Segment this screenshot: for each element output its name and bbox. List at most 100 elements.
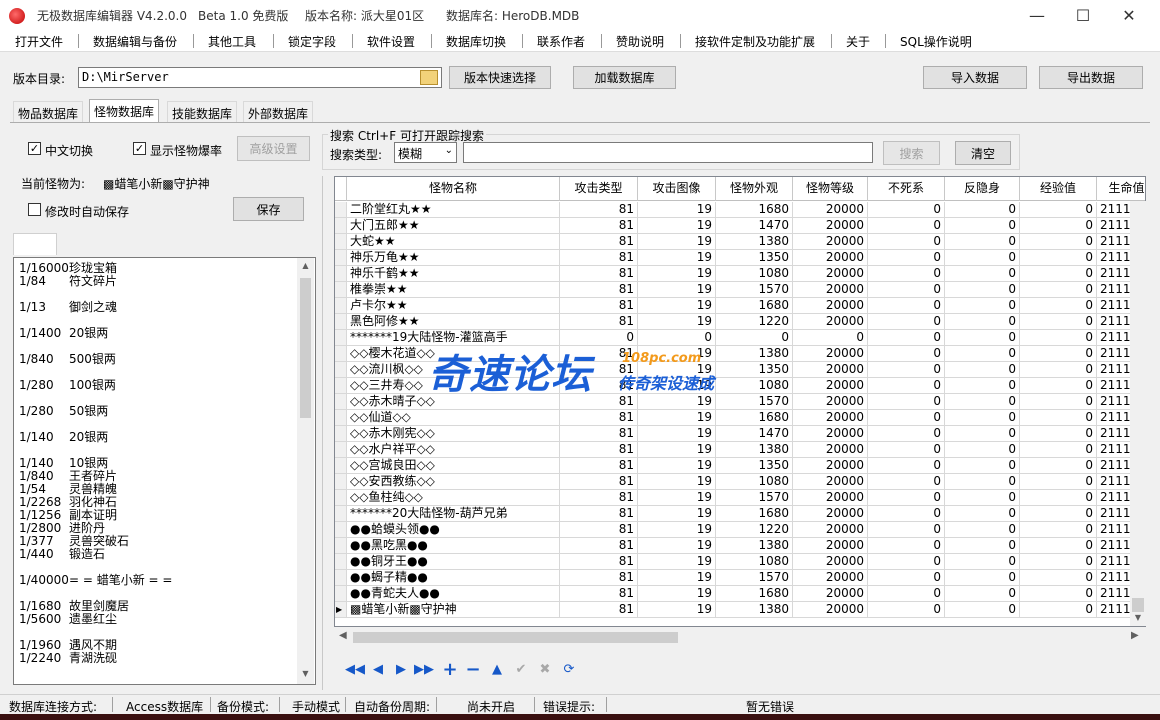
table-cell[interactable]: 0 [945,586,1020,602]
maximize-button[interactable]: ☐ [1060,0,1106,31]
table-cell[interactable]: 0 [868,218,945,234]
table-cell[interactable]: 19 [638,586,716,602]
table-cell[interactable]: 19 [638,602,716,618]
table-cell[interactable]: 0 [1020,378,1097,394]
table-cell[interactable]: 0 [1020,282,1097,298]
table-cell[interactable]: 81 [560,234,638,250]
table-cell[interactable]: 0 [868,586,945,602]
row-indicator[interactable] [335,314,347,330]
tab-external-db[interactable]: 外部数据库 [243,101,314,122]
table-cell[interactable]: 19 [638,538,716,554]
table-cell[interactable]: 0 [1020,538,1097,554]
column-header[interactable]: 反隐身 [945,177,1020,201]
table-row[interactable]: ◇◇仙道◇◇811916802000000021111111 [335,410,1145,426]
table-cell[interactable]: 20000 [793,346,868,362]
table-cell[interactable]: 81 [560,554,638,570]
table-row[interactable]: ●●青蛇夫人●●811916802000000021111111 [335,586,1145,602]
edit-record-button[interactable]: ▲ [487,660,507,678]
table-cell[interactable]: 1680 [716,410,793,426]
table-cell[interactable]: 0 [945,266,1020,282]
column-header[interactable]: 怪物名称 [347,177,560,201]
table-cell[interactable]: 0 [868,506,945,522]
table-row[interactable]: 大蛇★★811913802000000021111111 [335,234,1145,250]
version-dir-input[interactable]: D:\MirServer [78,67,442,88]
table-cell[interactable]: 0 [868,554,945,570]
table-cell[interactable]: 20000 [793,522,868,538]
cancel-record-button[interactable]: ✖ [535,660,555,678]
table-cell[interactable]: 81 [560,570,638,586]
table-cell[interactable]: ◇◇水户祥平◇◇ [347,442,560,458]
table-cell[interactable]: 0 [1020,218,1097,234]
menu-contact[interactable]: 联系作者 [537,33,585,50]
row-indicator[interactable] [335,426,347,442]
table-cell[interactable]: 81 [560,458,638,474]
table-cell[interactable]: 20000 [793,218,868,234]
table-cell[interactable]: 19 [638,234,716,250]
table-cell[interactable]: 0 [1020,602,1097,618]
table-cell[interactable]: 0 [1020,234,1097,250]
table-cell[interactable]: 20000 [793,458,868,474]
table-cell[interactable]: ●●铜牙王●● [347,554,560,570]
table-cell[interactable]: 20000 [793,298,868,314]
tab-monster-db[interactable]: 怪物数据库 [89,99,160,123]
table-cell[interactable]: 0 [868,490,945,506]
table-cell[interactable]: 卢卡尔★★ [347,298,560,314]
refresh-record-button[interactable]: ⟳ [559,660,579,678]
row-indicator[interactable] [335,586,347,602]
table-cell[interactable]: 19 [638,522,716,538]
drop-list-item[interactable]: 1/84 符文碎片 [19,275,117,288]
table-cell[interactable]: 0 [868,202,945,218]
table-cell[interactable]: 81 [560,506,638,522]
table-cell[interactable]: 0 [945,282,1020,298]
table-cell[interactable]: 0 [1020,474,1097,490]
table-cell[interactable]: 0 [945,442,1020,458]
column-header[interactable]: 经验值 [1020,177,1097,201]
table-row[interactable]: ◇◇宫城良田◇◇811913502000000021111111 [335,458,1145,474]
table-cell[interactable]: 0 [945,378,1020,394]
menu-about[interactable]: 关于 [846,33,870,50]
table-cell[interactable]: 0 [868,378,945,394]
table-cell[interactable]: 0 [868,234,945,250]
table-cell[interactable]: 20000 [793,490,868,506]
table-cell[interactable]: 81 [560,602,638,618]
table-cell[interactable]: ●●黑吃黑●● [347,538,560,554]
table-cell[interactable]: 20000 [793,410,868,426]
table-cell[interactable]: 0 [868,442,945,458]
table-cell[interactable]: 81 [560,282,638,298]
table-cell[interactable]: 0 [945,298,1020,314]
menu-other-tools[interactable]: 其他工具 [208,33,256,50]
table-cell[interactable]: 0 [868,426,945,442]
drop-list-item[interactable]: 1/840 500银两 [19,353,116,366]
table-cell[interactable]: 20000 [793,474,868,490]
row-indicator[interactable] [335,554,347,570]
table-cell[interactable]: 0 [945,202,1020,218]
table-cell[interactable]: 0 [1020,570,1097,586]
table-cell[interactable]: 0 [1020,490,1097,506]
table-cell[interactable]: 0 [1020,250,1097,266]
table-cell[interactable]: 19 [638,250,716,266]
table-cell[interactable]: 81 [560,442,638,458]
table-cell[interactable]: *******20大陆怪物-葫芦兄弟 [347,506,560,522]
table-cell[interactable]: 20000 [793,234,868,250]
minimize-button[interactable]: — [1014,0,1060,31]
table-cell[interactable]: 19 [638,490,716,506]
row-indicator[interactable] [335,394,347,410]
row-indicator[interactable] [335,298,347,314]
table-cell[interactable]: 19 [638,426,716,442]
table-cell[interactable]: ●●青蛇夫人●● [347,586,560,602]
table-cell[interactable]: 0 [945,490,1020,506]
first-record-button[interactable]: ◀◀ [345,660,365,678]
table-cell[interactable]: 大蛇★★ [347,234,560,250]
table-cell[interactable]: 81 [560,202,638,218]
monster-grid[interactable]: 怪物名称 攻击类型 攻击图像 怪物外观 怪物等级 不死系 反隐身 经验值 生命值 二阶堂红丸★★… [334,176,1146,627]
table-row[interactable]: ●●蛤蟆头领●●811912202000000021111111 [335,522,1145,538]
table-cell[interactable]: 1470 [716,426,793,442]
table-cell[interactable]: 20000 [793,202,868,218]
save-button[interactable]: 保存 [233,197,304,221]
table-row[interactable]: 神乐万龟★★811913502000000021111111 [335,250,1145,266]
row-indicator[interactable] [335,346,347,362]
grid-horizontal-scrollbar[interactable]: ◀ ▶ [335,629,1145,646]
column-header[interactable]: 怪物等级 [793,177,868,201]
column-header[interactable]: 攻击类型 [560,177,638,201]
table-cell[interactable]: 1350 [716,250,793,266]
